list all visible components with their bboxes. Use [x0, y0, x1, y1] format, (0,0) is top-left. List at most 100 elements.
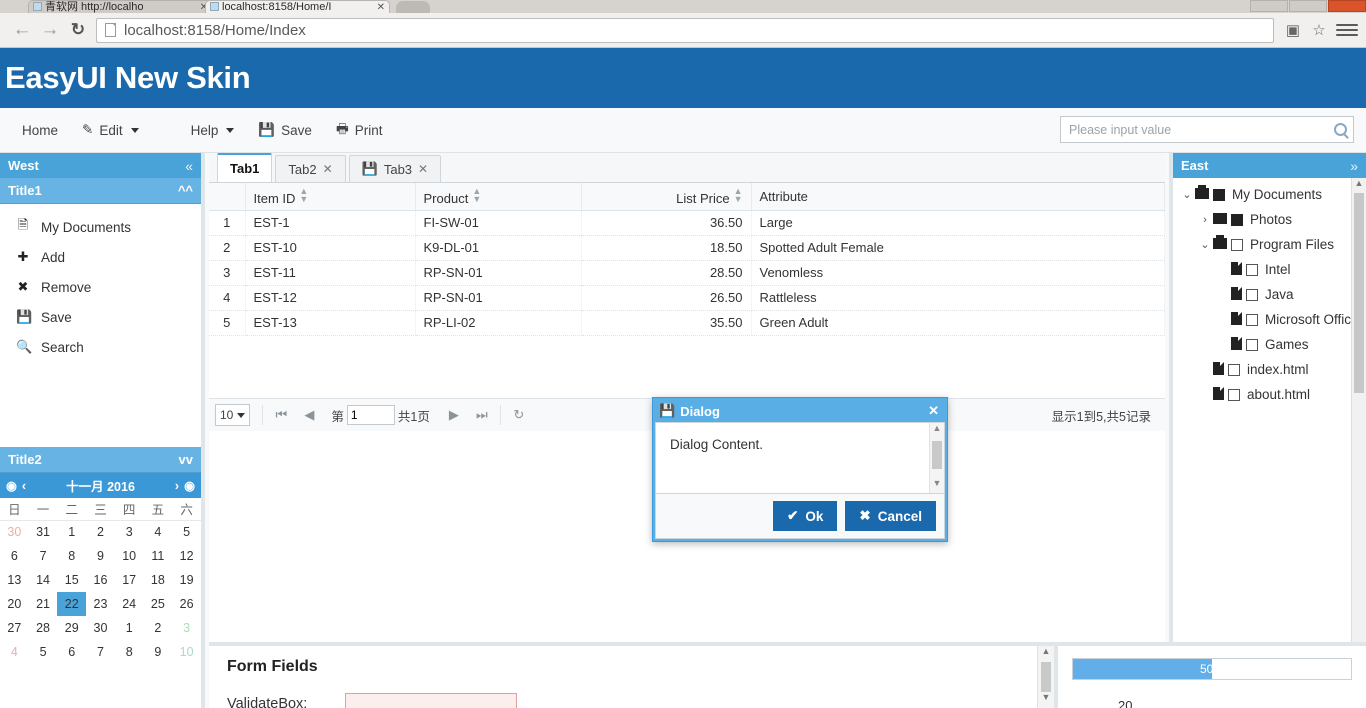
new-tab-button[interactable] [396, 1, 430, 13]
calendar-day[interactable]: 4 [144, 520, 173, 544]
checkbox[interactable] [1228, 389, 1240, 401]
menu-item-help[interactable]: Help [179, 115, 247, 145]
calendar-day[interactable]: 27 [0, 616, 29, 640]
collapse-west-icon[interactable]: « [185, 158, 193, 174]
calendar-day[interactable]: 30 [86, 616, 115, 640]
calendar-day[interactable]: 9 [144, 640, 173, 664]
tab-tab2[interactable]: Tab2 ✕ [275, 155, 345, 182]
sort-icon[interactable]: ▲▼ [734, 187, 743, 203]
table-row[interactable]: 2EST-10K9-DL-0118.50Spotted Adult Female [209, 235, 1165, 260]
column-header-itemid[interactable]: Item ID▲▼ [245, 183, 415, 210]
tree-node[interactable]: ›Photos [1173, 207, 1350, 232]
tree-node[interactable]: Java [1173, 282, 1350, 307]
star-icon[interactable]: ☆ [1306, 17, 1332, 43]
dialog-cancel-button[interactable]: ✖ Cancel [845, 501, 936, 531]
browser-tab-2[interactable]: localhost:8158/Home/I✕ [205, 0, 390, 13]
calendar-day[interactable]: 3 [115, 520, 144, 544]
page-number-input[interactable] [347, 405, 395, 425]
calendar-day[interactable]: 2 [144, 616, 173, 640]
address-bar[interactable]: localhost:8158/Home/Index [96, 18, 1274, 43]
sidebar-item-add[interactable]: ✚ Add [0, 242, 201, 272]
tree-node[interactable]: ⌄My Documents [1173, 182, 1350, 207]
page-size-select[interactable]: 10 [215, 404, 250, 426]
calendar-day[interactable]: 23 [86, 592, 115, 616]
tab-close-icon[interactable]: ✕ [377, 1, 385, 13]
validatebox-field[interactable] [345, 693, 517, 708]
expander-icon[interactable]: ⌄ [1197, 238, 1213, 251]
tree-node[interactable]: index.html [1173, 357, 1350, 382]
validatebox-input[interactable] [346, 694, 516, 708]
menu-item-save[interactable]: 💾 Save [246, 115, 324, 145]
scroll-down-icon[interactable]: ▼ [1038, 692, 1054, 708]
checkbox[interactable] [1213, 189, 1225, 201]
calendar-day[interactable]: 7 [86, 640, 115, 664]
calendar-day[interactable]: 6 [57, 640, 86, 664]
calendar-day[interactable]: 26 [172, 592, 201, 616]
tree-vertical-scrollbar[interactable]: ▲ ▼ [1351, 178, 1366, 693]
calendar-day[interactable]: 19 [172, 568, 201, 592]
calendar-day[interactable]: 7 [29, 544, 58, 568]
calendar-day[interactable]: 2 [86, 520, 115, 544]
calendar-day[interactable]: 25 [144, 592, 173, 616]
translate-icon[interactable]: ▣ [1280, 17, 1306, 43]
calendar-day[interactable]: 5 [29, 640, 58, 664]
table-row[interactable]: 4EST-12RP-SN-0126.50Rattleless [209, 285, 1165, 310]
accordion-header-title2[interactable]: Title2 vv [0, 447, 201, 473]
checkbox[interactable] [1231, 214, 1243, 226]
calendar-day[interactable]: 17 [115, 568, 144, 592]
calendar-day[interactable]: 4 [0, 640, 29, 664]
scroll-up-icon[interactable]: ▲ [1038, 646, 1054, 662]
sidebar-item-remove[interactable]: ✖ Remove [0, 272, 201, 302]
calendar-next-year-icon[interactable]: ◉ [184, 478, 195, 493]
close-icon[interactable]: ✕ [418, 162, 428, 176]
calendar-title[interactable]: 十一月 2016 [26, 476, 175, 495]
table-row[interactable]: 1EST-1FI-SW-0136.50Large [209, 210, 1165, 235]
tree-node[interactable]: about.html [1173, 382, 1350, 407]
tree-node[interactable]: Games [1173, 332, 1350, 357]
collapse-east-icon[interactable]: » [1350, 158, 1358, 174]
close-icon[interactable]: ✕ [928, 403, 939, 419]
checkbox[interactable] [1228, 364, 1240, 376]
calendar-day[interactable]: 29 [57, 616, 86, 640]
first-page-button[interactable]: ⏮ [267, 407, 295, 423]
chevron-up-icon[interactable]: ^^ [178, 183, 193, 198]
calendar-day[interactable]: 16 [86, 568, 115, 592]
calendar-day[interactable]: 24 [115, 592, 144, 616]
tree-node[interactable]: Microsoft Office [1173, 307, 1350, 332]
calendar-day[interactable]: 6 [0, 544, 29, 568]
forward-arrow-icon[interactable]: → [36, 16, 64, 44]
calendar-day[interactable]: 1 [115, 616, 144, 640]
scrollbar-thumb[interactable] [1354, 193, 1364, 393]
calendar-prev-year-icon[interactable]: ◉ [6, 478, 17, 493]
calendar-day[interactable]: 1 [57, 520, 86, 544]
search-box[interactable] [1060, 116, 1354, 143]
sidebar-item-search[interactable]: 🔍 Search [0, 332, 201, 362]
expander-icon[interactable]: ⌄ [1179, 188, 1195, 201]
tab-tab1[interactable]: Tab1 [217, 153, 272, 182]
accordion-header-title1[interactable]: Title1 ^^ [0, 178, 201, 204]
column-header-no[interactable] [209, 183, 245, 210]
dialog-ok-button[interactable]: ✔ Ok [773, 501, 837, 531]
tree-node[interactable]: ⌄Program Files [1173, 232, 1350, 257]
maximize-button[interactable] [1289, 0, 1327, 12]
menu-item-edit[interactable]: ✎ Edit [70, 115, 151, 145]
sort-icon[interactable]: ▲▼ [472, 187, 481, 203]
checkbox[interactable] [1246, 314, 1258, 326]
calendar-day[interactable]: 15 [57, 568, 86, 592]
browser-tab-1[interactable]: 青软网 http://localho✕ [28, 0, 213, 13]
calendar-day[interactable]: 20 [0, 592, 29, 616]
back-arrow-icon[interactable]: ← [8, 16, 36, 44]
slider[interactable]: 20 0255075100 [1072, 700, 1352, 708]
calendar-day[interactable]: 9 [86, 544, 115, 568]
sort-icon[interactable]: ▲▼ [299, 187, 308, 203]
calendar-day[interactable]: 12 [172, 544, 201, 568]
dialog-titlebar[interactable]: 💾 Dialog ✕ [655, 400, 945, 422]
menu-item-home[interactable]: Home [10, 115, 70, 145]
calendar-day[interactable]: 10 [172, 640, 201, 664]
close-icon[interactable]: ✕ [323, 162, 333, 176]
scrollbar-thumb[interactable] [1041, 662, 1051, 692]
dialog-vertical-scrollbar[interactable]: ▲ ▼ [929, 423, 944, 493]
calendar-day[interactable]: 14 [29, 568, 58, 592]
menu-item-print[interactable]: 🖶 Print [324, 115, 395, 145]
refresh-button[interactable]: ↻ [505, 407, 533, 423]
